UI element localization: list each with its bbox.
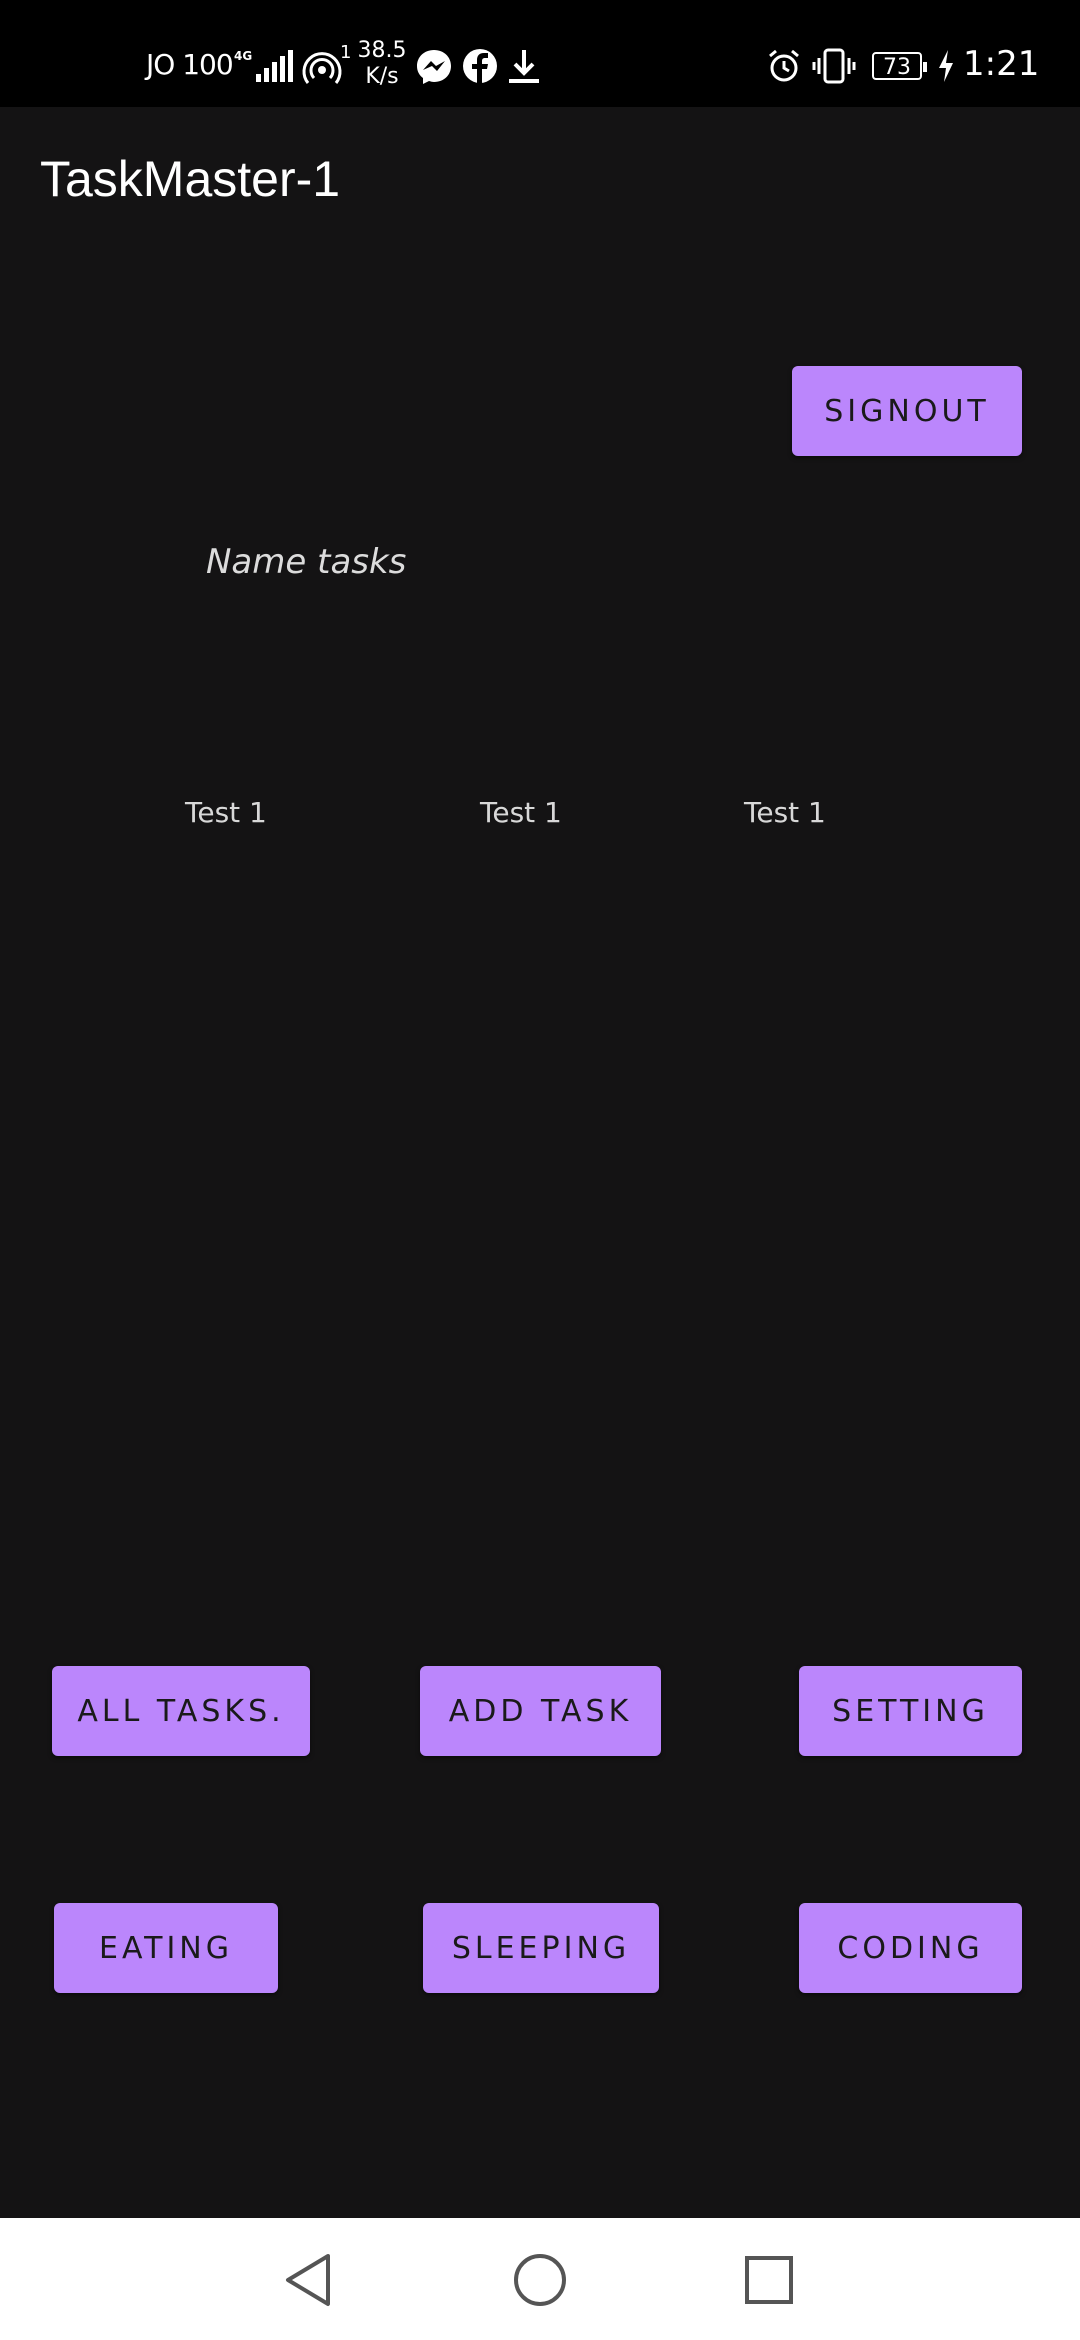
signal-icon: 4G (234, 49, 293, 82)
facebook-icon (463, 49, 497, 83)
back-triangle-icon[interactable] (278, 2250, 338, 2310)
hotspot-count: 1 (340, 42, 352, 63)
coding-button[interactable]: CODING (799, 1903, 1022, 1993)
battery-level: 73 (883, 55, 911, 80)
clock: 1:21 (963, 44, 1040, 84)
carrier-label: JO 100 (146, 48, 234, 81)
vibrate-icon (812, 48, 856, 84)
network-speed: 38.5 K/s (357, 38, 407, 90)
task-item[interactable]: Test 1 (185, 796, 267, 829)
sleeping-button[interactable]: SLEEPING (423, 1903, 659, 1993)
speed-value: 38.5 (357, 38, 407, 63)
task-item[interactable]: Test 1 (480, 796, 562, 829)
app-title: TaskMaster-1 (40, 151, 341, 207)
add-task-button[interactable]: ADD TASK (420, 1666, 661, 1756)
messenger-icon (417, 50, 451, 84)
battery-indicator: 73 (872, 52, 927, 80)
charging-icon (939, 50, 953, 82)
download-icon (509, 50, 539, 83)
signout-button[interactable]: SIGNOUT (792, 366, 1022, 456)
eating-button[interactable]: EATING (54, 1903, 278, 1993)
hotspot-icon (302, 52, 342, 84)
setting-button[interactable]: SETTING (799, 1666, 1022, 1756)
alarm-icon (769, 49, 799, 82)
recents-square-icon[interactable] (739, 2250, 799, 2310)
svg-text:4G: 4G (234, 49, 252, 63)
status-bar: JO 100 4G 1 38.5 K/s 73 1:21 (0, 0, 1080, 107)
task-item[interactable]: Test 1 (744, 796, 826, 829)
navigation-bar (0, 2218, 1080, 2340)
speed-unit: K/s (365, 64, 399, 89)
name-tasks-label: Name tasks (206, 542, 407, 582)
all-tasks-button[interactable]: ALL TASKS. (52, 1666, 310, 1756)
home-circle-icon[interactable] (510, 2250, 570, 2310)
